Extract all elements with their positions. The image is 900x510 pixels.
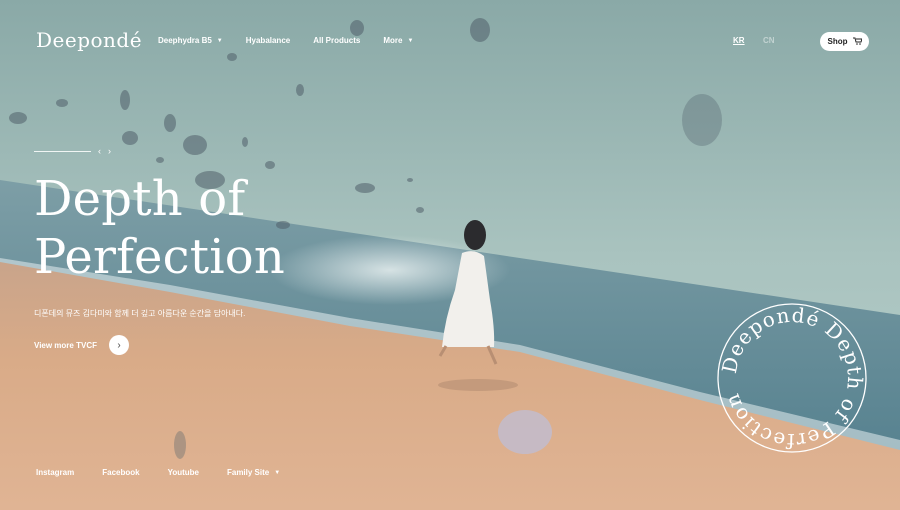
nav-item-all-products[interactable]: All Products: [313, 36, 360, 45]
chevron-right-icon[interactable]: ›: [108, 146, 111, 156]
main-nav: Deephydra B5 ▼ Hyabalance All Products M…: [158, 36, 436, 45]
caret-down-icon: ▼: [274, 469, 281, 476]
caret-down-icon: ▼: [407, 37, 414, 44]
nav-item-label: More: [383, 36, 403, 45]
hero-title-line1: Depth of: [34, 171, 246, 227]
footer-link-label: Family Site: [226, 468, 270, 477]
slider-progress-line: [34, 150, 91, 152]
view-more-label: View more TVCF: [34, 340, 97, 350]
view-more-tvcf[interactable]: View more TVCF ›: [34, 335, 129, 355]
chevron-right-icon: ›: [117, 339, 121, 351]
footer-link-facebook[interactable]: Facebook: [102, 468, 139, 477]
nav-item-label: All Products: [313, 36, 361, 45]
nav-item-label: Hyabalance: [245, 36, 291, 45]
nav-item-label: Deephydra B5: [158, 36, 212, 45]
footer-link-label: Facebook: [102, 468, 140, 477]
footer-link-youtube[interactable]: Youtube: [168, 468, 199, 477]
circular-badge: Deepondé Depth of Perfection: [716, 302, 868, 454]
shop-button[interactable]: Shop: [820, 32, 869, 51]
cart-icon: [852, 37, 863, 47]
slider-controls: ‹ ›: [34, 146, 111, 156]
hero-title-line2: Perfection: [34, 229, 285, 285]
footer-link-label: Youtube: [167, 468, 199, 477]
lang-kr-link[interactable]: KR: [733, 36, 745, 45]
svg-text:Deepondé Depth of Perfection: Deepondé Depth of Perfection: [717, 303, 867, 453]
lang-cn-link[interactable]: CN: [763, 36, 775, 45]
chevron-left-icon[interactable]: ‹: [98, 146, 101, 156]
shop-label: Shop: [827, 37, 848, 46]
hero-description: 디폰데의 뮤즈 김다미와 함께 더 깊고 아름다운 순간을 담아내다.: [34, 309, 246, 318]
footer-links: Instagram Facebook Youtube Family Site ▼: [36, 468, 308, 477]
footer-link-family-site[interactable]: Family Site ▼: [227, 468, 280, 477]
nav-item-more[interactable]: More ▼: [383, 36, 413, 45]
caret-down-icon: ▼: [216, 37, 223, 44]
view-more-button[interactable]: ›: [108, 335, 129, 355]
badge-text: Deepondé Depth of Perfection: [717, 303, 866, 453]
nav-item-deephydra-b5[interactable]: Deephydra B5 ▼: [158, 36, 223, 45]
brand-logo[interactable]: Deepondé: [36, 28, 142, 52]
hero-title: Depth of Perfection: [34, 170, 285, 286]
footer-link-instagram[interactable]: Instagram: [36, 468, 74, 477]
footer-link-label: Instagram: [36, 468, 75, 477]
nav-item-hyabalance[interactable]: Hyabalance: [246, 36, 290, 45]
